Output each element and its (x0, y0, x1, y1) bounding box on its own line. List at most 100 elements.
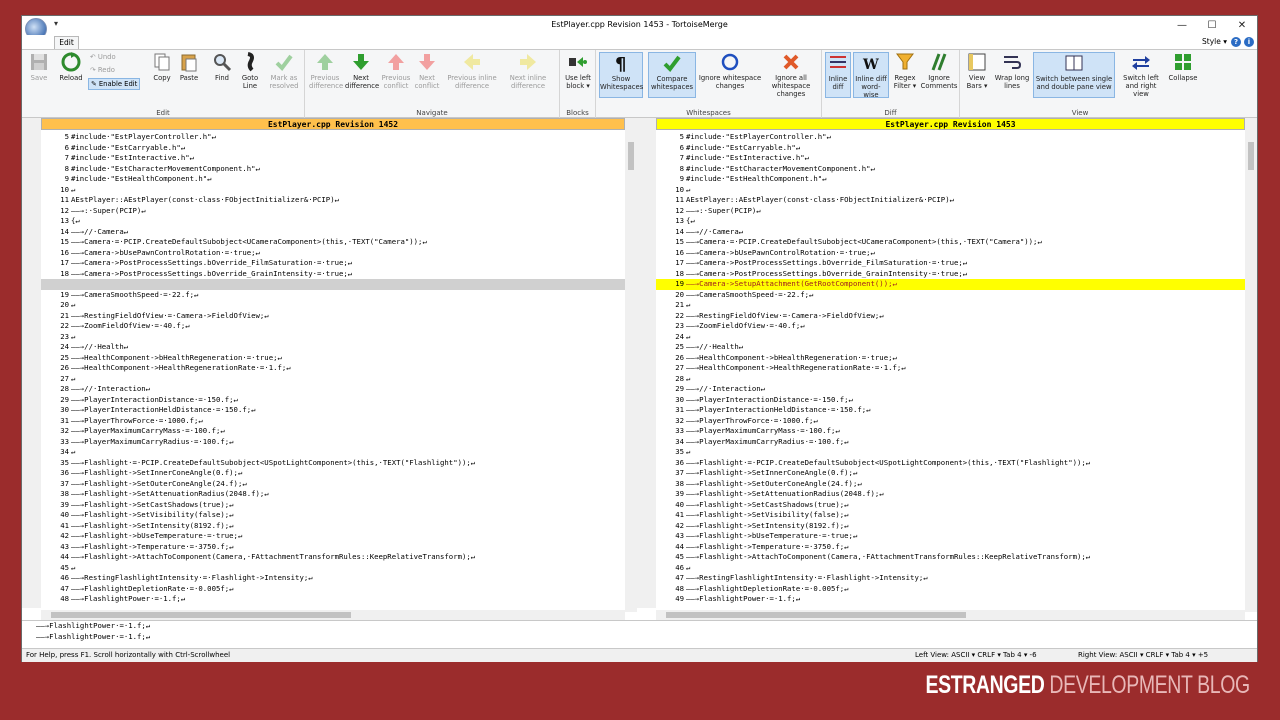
code-line[interactable]: 34 ↵ (41, 447, 625, 458)
next-difference-button[interactable]: Next difference (345, 52, 379, 98)
code-line[interactable]: 41 ——→Flashlight->SetIntensity(8192.f);↵ (41, 521, 625, 532)
switch-single-double-pane-button[interactable]: Switch between single and double pane vi… (1033, 52, 1115, 98)
code-line[interactable]: 36 ——→Flashlight->SetInnerConeAngle(0.f);… (41, 468, 625, 479)
code-line[interactable]: 37 ——→Flashlight->SetInnerConeAngle(0.f);… (656, 468, 1245, 479)
code-line[interactable]: 31 ——→PlayerInteractionHeldDistance·=·150… (656, 405, 1245, 416)
code-line[interactable]: 29 ——→//·Interaction↵ (656, 384, 1245, 395)
code-line[interactable]: 26 ——→HealthComponent->HealthRegeneration… (41, 363, 625, 374)
inline-diff-word-wise-button[interactable]: W Inline diff word-wise (853, 52, 889, 99)
code-line[interactable]: 25 ——→//·Health↵ (656, 342, 1245, 353)
code-line[interactable]: 21 ——→RestingFieldOfView·=·Camera->FieldO… (41, 311, 625, 322)
wrap-long-lines-button[interactable]: Wrap long lines (993, 52, 1031, 98)
ignore-all-whitespace-button[interactable]: Ignore all whitespace changes (762, 52, 820, 98)
code-line[interactable]: 37 ——→Flashlight->SetOuterConeAngle(24.f)… (41, 479, 625, 490)
code-line[interactable]: 45 ↵ (41, 563, 625, 574)
right-scroll-thumb[interactable] (1248, 142, 1254, 170)
code-line[interactable]: 42 ——→Flashlight->bUseTemperature·=·true;… (41, 531, 625, 542)
gap-line[interactable] (41, 279, 625, 290)
code-line[interactable]: 7 #include·"EstInteractive.h"↵ (656, 153, 1245, 164)
code-line[interactable]: 24 ↵ (656, 332, 1245, 343)
status-left-view[interactable]: Left View: ASCII ▾ CRLF ▾ Tab 4 ▾ -6 (915, 649, 1037, 662)
code-line[interactable]: 14 ——→//·Camera↵ (656, 227, 1245, 238)
previous-conflict-button[interactable]: Previous conflict (381, 52, 411, 98)
code-line[interactable]: 17 ——→Camera->PostProcessSettings.bOverri… (41, 258, 625, 269)
code-line[interactable]: 46 ↵ (656, 563, 1245, 574)
ignore-whitespace-changes-button[interactable]: Ignore whitespace changes (698, 52, 762, 98)
added-line[interactable]: 19 ——→Camera->SetupAttachment(GetRootComp… (656, 279, 1245, 290)
use-left-block-button[interactable]: Use left block ▾ (563, 52, 593, 98)
code-line[interactable]: 33 ——→PlayerMaximumCarryRadius·=·100.f;↵ (41, 437, 625, 448)
code-line[interactable]: 13 {↵ (656, 216, 1245, 227)
code-line[interactable]: 38 ——→Flashlight->SetAttenuationRadius(20… (41, 489, 625, 500)
next-inline-difference-button[interactable]: Next inline difference (501, 52, 555, 98)
code-line[interactable]: 11 AEstPlayer::AEstPlayer(const·class·FOb… (656, 195, 1245, 206)
code-line[interactable]: 6 #include·"EstCarryable.h"↵ (41, 143, 625, 154)
code-line[interactable]: 28 ——→//·Interaction↵ (41, 384, 625, 395)
left-horizontal-scrollbar[interactable] (41, 610, 625, 620)
style-dropdown[interactable]: Style ▾ (1202, 37, 1227, 46)
right-code[interactable]: 5 #include·"EstPlayerController.h"↵ 6 #incl… (656, 132, 1245, 605)
right-pane[interactable]: EstPlayer.cpp Revision 1453 5 #include·"E… (637, 118, 1257, 620)
next-conflict-button[interactable]: Next conflict (413, 52, 441, 98)
code-line[interactable]: 22 ——→ZoomFieldOfView·=·40.f;↵ (41, 321, 625, 332)
left-locator-bar[interactable] (22, 118, 41, 608)
code-line[interactable]: 44 ——→Flashlight->AttachToComponent(Camer… (41, 552, 625, 563)
code-line[interactable]: 41 ——→Flashlight->SetVisibility(false);↵ (656, 510, 1245, 521)
code-line[interactable]: 43 ——→Flashlight->Temperature·=·3750.f;↵ (41, 542, 625, 553)
undo-button[interactable]: ↶ Undo (90, 52, 116, 63)
code-line[interactable]: 10 ↵ (41, 185, 625, 196)
left-scroll-thumb[interactable] (628, 142, 634, 170)
goto-line-button[interactable]: Goto Line (238, 52, 262, 98)
copy-button[interactable]: Copy (150, 52, 174, 98)
code-line[interactable]: 35 ——→Flashlight·=·PCIP.CreateDefaultSubo… (41, 458, 625, 469)
code-line[interactable]: 48 ——→FlashlightDepletionRate·=·0.005f;↵ (656, 584, 1245, 595)
view-bars-button[interactable]: View Bars ▾ (963, 52, 991, 98)
code-line[interactable]: 29 ——→PlayerInteractionDistance·=·150.f;↵ (41, 395, 625, 406)
code-line[interactable]: 48 ——→FlashlightPower·=·1.f;↵ (41, 594, 625, 605)
code-line[interactable]: 10 ↵ (656, 185, 1245, 196)
code-line[interactable]: 40 ——→Flashlight->SetCastShadows(true);↵ (656, 500, 1245, 511)
code-line[interactable]: 12 ——→:·Super(PCIP)↵ (656, 206, 1245, 217)
code-line[interactable]: 9 #include·"EstHealthComponent.h"↵ (41, 174, 625, 185)
code-line[interactable]: 35 ↵ (656, 447, 1245, 458)
paste-button[interactable]: Paste (177, 52, 201, 98)
minimize-button[interactable]: — (1167, 16, 1197, 35)
code-line[interactable]: 27 ——→HealthComponent->HealthRegeneration… (656, 363, 1245, 374)
reload-button[interactable]: Reload (56, 52, 86, 98)
code-line[interactable]: 16 ——→Camera->bUsePawnControlRotation·=·t… (656, 248, 1245, 259)
left-pane[interactable]: EstPlayer.cpp Revision 1452 5 #include·"E… (22, 118, 637, 620)
code-line[interactable]: 5 #include·"EstPlayerController.h"↵ (41, 132, 625, 143)
right-hscroll-thumb[interactable] (666, 612, 966, 618)
code-line[interactable]: 15 ——→Camera·=·PCIP.CreateDefaultSubobjec… (656, 237, 1245, 248)
code-line[interactable]: 36 ——→Flashlight·=·PCIP.CreateDefaultSubo… (656, 458, 1245, 469)
code-line[interactable]: 16 ——→Camera->bUsePawnControlRotation·=·t… (41, 248, 625, 259)
code-line[interactable]: 23 ↵ (41, 332, 625, 343)
code-line[interactable]: 31 ——→PlayerThrowForce·=·1000.f;↵ (41, 416, 625, 427)
code-line[interactable]: 27 ↵ (41, 374, 625, 385)
code-line[interactable]: 14 ——→//·Camera↵ (41, 227, 625, 238)
code-line[interactable]: 8 #include·"EstCharacterMovementComponent… (656, 164, 1245, 175)
code-line[interactable]: 11 AEstPlayer::AEstPlayer(const·class·FOb… (41, 195, 625, 206)
compare-whitespaces-button[interactable]: Compare whitespaces (648, 52, 696, 98)
switch-left-right-button[interactable]: Switch left and right view (1117, 52, 1165, 98)
previous-difference-button[interactable]: Previous difference (309, 52, 343, 98)
code-line[interactable]: 19 ——→CameraSmoothSpeed·=·22.f;↵ (41, 290, 625, 301)
left-vertical-scrollbar[interactable] (625, 118, 637, 612)
code-line[interactable]: 42 ——→Flashlight->SetIntensity(8192.f);↵ (656, 521, 1245, 532)
code-line[interactable]: 20 ↵ (41, 300, 625, 311)
right-vertical-scrollbar[interactable] (1245, 118, 1257, 612)
code-line[interactable]: 12 ——→:·Super(PCIP)↵ (41, 206, 625, 217)
code-line[interactable]: 45 ——→Flashlight->AttachToComponent(Camer… (656, 552, 1245, 563)
enable-edit-button[interactable]: ✎ Enable Edit (88, 78, 141, 90)
code-line[interactable]: 15 ——→Camera·=·PCIP.CreateDefaultSubobjec… (41, 237, 625, 248)
code-line[interactable]: 21 ↵ (656, 300, 1245, 311)
code-line[interactable]: 39 ——→Flashlight->SetCastShadows(true);↵ (41, 500, 625, 511)
code-line[interactable]: 47 ——→RestingFlashlightIntensity·=·Flashl… (656, 573, 1245, 584)
code-line[interactable]: 43 ——→Flashlight->bUseTemperature·=·true;… (656, 531, 1245, 542)
code-line[interactable]: 38 ——→Flashlight->SetOuterConeAngle(24.f)… (656, 479, 1245, 490)
inline-diff-button[interactable]: Inline diff (825, 52, 851, 98)
code-line[interactable]: 40 ——→Flashlight->SetVisibility(false);↵ (41, 510, 625, 521)
code-line[interactable]: 32 ——→PlayerMaximumCarryMass·=·100.f;↵ (41, 426, 625, 437)
code-line[interactable]: 9 #include·"EstHealthComponent.h"↵ (656, 174, 1245, 185)
bottom-line-view[interactable]: ——→FlashlightPower·=·1.f;↵ ——→Flashlight… (22, 620, 1257, 648)
